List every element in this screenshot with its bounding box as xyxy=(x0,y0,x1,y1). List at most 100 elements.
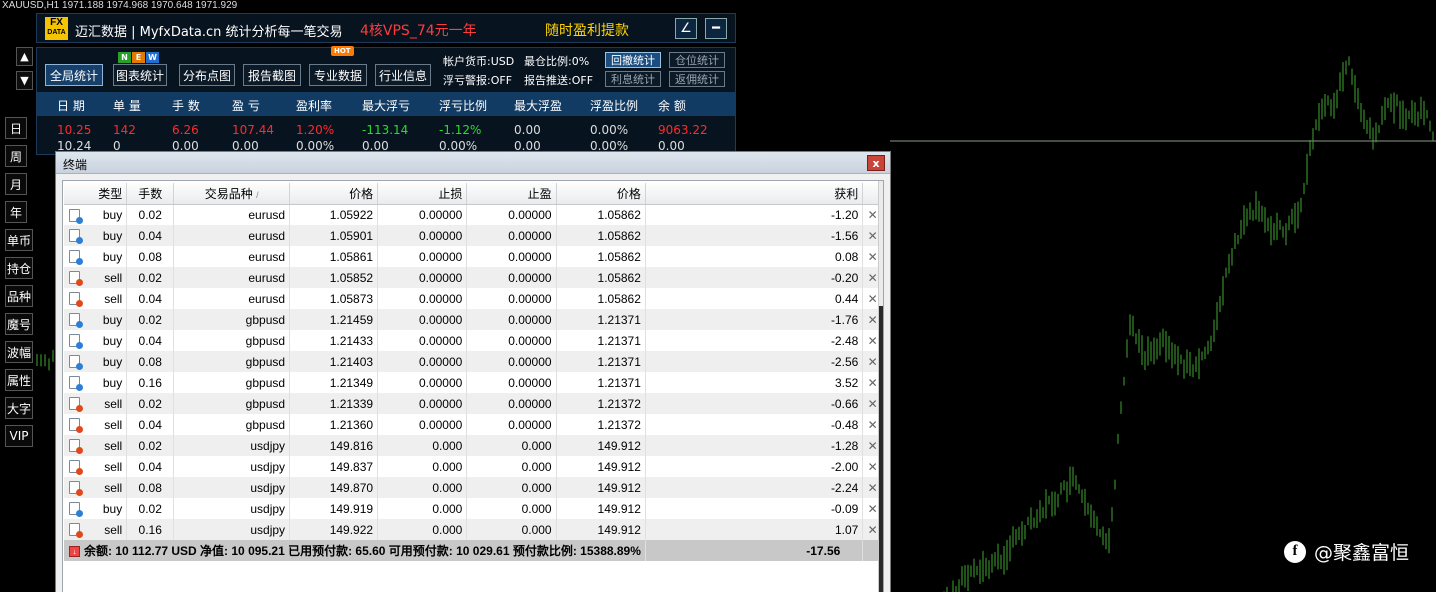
col-take-profit[interactable]: 止盈 xyxy=(466,183,557,205)
tab-report-screenshot[interactable]: 报告截图 xyxy=(243,64,301,86)
order-type: buy xyxy=(64,225,128,246)
order-lots: 0.04 xyxy=(126,288,175,309)
order-row[interactable]: buy 0.02 eurusd 1.05922 0.00000 0.00000 1.0586… xyxy=(64,204,883,225)
vps-promo-link[interactable]: 4核VPS_74元一年 xyxy=(360,20,477,40)
close-icon[interactable]: x xyxy=(867,155,885,171)
side-btn-single-currency[interactable]: 单币 xyxy=(5,229,33,251)
order-tp: 0.00000 xyxy=(466,225,557,246)
position-stats-button[interactable]: 仓位统计 xyxy=(669,52,725,68)
order-symbol: usdjpy xyxy=(173,498,291,519)
order-type-label: sell xyxy=(104,291,123,306)
sell-order-icon xyxy=(69,481,83,496)
interest-stats-button[interactable]: 利息统计 xyxy=(605,71,661,87)
order-row[interactable]: sell 0.02 eurusd 1.05852 0.00000 0.00000 1.058… xyxy=(64,267,883,288)
withdraw-promo-link[interactable]: 随时盈利提款 xyxy=(545,20,629,40)
order-profit: 0.44 xyxy=(645,288,864,309)
minimize-icon[interactable]: ━ xyxy=(705,18,727,39)
order-type-label: sell xyxy=(104,459,123,474)
side-btn-month[interactable]: 月 xyxy=(5,173,27,195)
side-btn-year[interactable]: 年 xyxy=(5,201,27,223)
order-price: 1.21372 xyxy=(556,393,646,414)
order-price: 1.21371 xyxy=(556,309,646,330)
scrollbar-thumb[interactable] xyxy=(879,306,883,592)
vertical-scrollbar[interactable] xyxy=(878,181,883,592)
scroll-down-arrow-icon[interactable]: ▼ xyxy=(16,71,33,90)
order-row[interactable]: sell 0.04 eurusd 1.05873 0.00000 0.00000 1.058… xyxy=(64,288,883,309)
side-btn-day[interactable]: 日 xyxy=(5,117,27,139)
order-type: buy xyxy=(64,309,128,330)
stats-header-cell: 盈利率 xyxy=(296,99,333,113)
edit-icon[interactable]: ∠ xyxy=(675,18,697,39)
order-symbol: eurusd xyxy=(173,267,291,288)
max-position-ratio: 最仓比例:0% xyxy=(524,55,590,68)
order-row[interactable]: buy 0.08 eurusd 1.05861 0.00000 0.00000 1.0586… xyxy=(64,246,883,267)
buy-order-icon xyxy=(69,313,83,328)
orders-table: 类型 手数 交易品种 / 价格 止损 止盈 价格 获利 buy 0.02 eurus… xyxy=(64,183,883,561)
stats-header-cell: 单 量 xyxy=(113,99,141,113)
order-type: sell xyxy=(64,519,128,540)
col-lots[interactable]: 手数 xyxy=(126,183,175,205)
order-profit: -2.24 xyxy=(645,477,864,498)
col-symbol[interactable]: 交易品种 / xyxy=(173,183,291,205)
order-type: sell xyxy=(64,477,128,498)
social-logo-icon: f xyxy=(1284,540,1306,563)
sell-order-icon xyxy=(69,292,83,307)
order-profit: -1.56 xyxy=(645,225,864,246)
order-row[interactable]: buy 0.04 eurusd 1.05901 0.00000 0.00000 1.0586… xyxy=(64,225,883,246)
col-profit[interactable]: 获利 xyxy=(645,183,864,205)
order-profit: 0.08 xyxy=(645,246,864,267)
order-symbol: eurusd xyxy=(173,204,291,225)
order-row[interactable]: sell 0.08 usdjpy 149.870 0.000 0.000 149.912 -2… xyxy=(64,477,883,498)
side-btn-large-font[interactable]: 大字 xyxy=(5,397,33,419)
order-row[interactable]: buy 0.02 gbpusd 1.21459 0.00000 0.00000 1.2137… xyxy=(64,309,883,330)
side-btn-properties[interactable]: 属性 xyxy=(5,369,33,391)
logo-top-text: FX xyxy=(50,17,63,28)
order-row[interactable]: buy 0.04 gbpusd 1.21433 0.00000 0.00000 1.2137… xyxy=(64,330,883,351)
scroll-up-arrow-icon[interactable]: ▲ xyxy=(16,47,33,66)
tab-distribution-plot[interactable]: 分布点图 xyxy=(179,64,235,86)
col-open-price[interactable]: 价格 xyxy=(289,183,379,205)
order-row[interactable]: buy 0.08 gbpusd 1.21403 0.00000 0.00000 1.2137… xyxy=(64,351,883,372)
side-btn-volatility[interactable]: 波幅 xyxy=(5,341,33,363)
logo-bottom-text: DATA xyxy=(47,29,66,36)
side-btn-symbols[interactable]: 品种 xyxy=(5,285,33,307)
order-type: sell xyxy=(64,456,128,477)
order-tp: 0.00000 xyxy=(466,288,557,309)
stats-cell: 0.00 xyxy=(514,123,541,137)
order-lots: 0.04 xyxy=(126,414,175,435)
order-profit: -0.66 xyxy=(645,393,864,414)
order-open: 149.837 xyxy=(289,456,379,477)
rebate-stats-button[interactable]: 返佣统计 xyxy=(669,71,725,87)
col-current-price[interactable]: 价格 xyxy=(556,183,646,205)
order-row[interactable]: sell 0.04 gbpusd 1.21360 0.00000 0.00000 1.213… xyxy=(64,414,883,435)
tab-industry-info[interactable]: 行业信息 xyxy=(375,64,431,86)
order-sl: 0.00000 xyxy=(377,267,468,288)
order-row[interactable]: buy 0.16 gbpusd 1.21349 0.00000 0.00000 1.2137… xyxy=(64,372,883,393)
order-row[interactable]: buy 0.02 usdjpy 149.919 0.000 0.000 149.912 -0.… xyxy=(64,498,883,519)
side-btn-vip[interactable]: VIP xyxy=(5,425,33,447)
side-btn-week[interactable]: 周 xyxy=(5,145,27,167)
buy-order-icon xyxy=(69,334,83,349)
side-btn-holdings[interactable]: 持仓 xyxy=(5,257,33,279)
order-symbol: usdjpy xyxy=(173,477,291,498)
order-row[interactable]: sell 0.16 usdjpy 149.922 0.000 0.000 149.912 1.… xyxy=(64,519,883,540)
order-open: 1.21339 xyxy=(289,393,379,414)
drawdown-stats-button[interactable]: 回撤统计 xyxy=(605,52,661,68)
order-row[interactable]: sell 0.02 usdjpy 149.816 0.000 0.000 149.912 -1… xyxy=(64,435,883,456)
tab-pro-data[interactable]: 专业数据 xyxy=(309,64,367,86)
terminal-titlebar[interactable]: 终端 x xyxy=(56,152,890,174)
col-stop-loss[interactable]: 止损 xyxy=(377,183,468,205)
float-loss-alert[interactable]: 浮亏警报:OFF xyxy=(443,72,512,88)
report-push[interactable]: 报告推送:OFF xyxy=(524,72,593,88)
tab-global-stats[interactable]: 全局统计 xyxy=(45,64,103,86)
side-btn-magic-number[interactable]: 魔号 xyxy=(5,313,33,335)
col-type[interactable]: 类型 xyxy=(64,183,128,205)
order-profit: -1.76 xyxy=(645,309,864,330)
order-type: sell xyxy=(64,393,128,414)
tab-chart-stats[interactable]: 图表统计 xyxy=(113,64,167,86)
order-symbol: gbpusd xyxy=(173,372,291,393)
order-row[interactable]: sell 0.02 gbpusd 1.21339 0.00000 0.00000 1.213… xyxy=(64,393,883,414)
order-open: 1.21349 xyxy=(289,372,379,393)
order-row[interactable]: sell 0.04 usdjpy 149.837 0.000 0.000 149.912 -2… xyxy=(64,456,883,477)
terminal-title: 终端 xyxy=(63,158,88,172)
